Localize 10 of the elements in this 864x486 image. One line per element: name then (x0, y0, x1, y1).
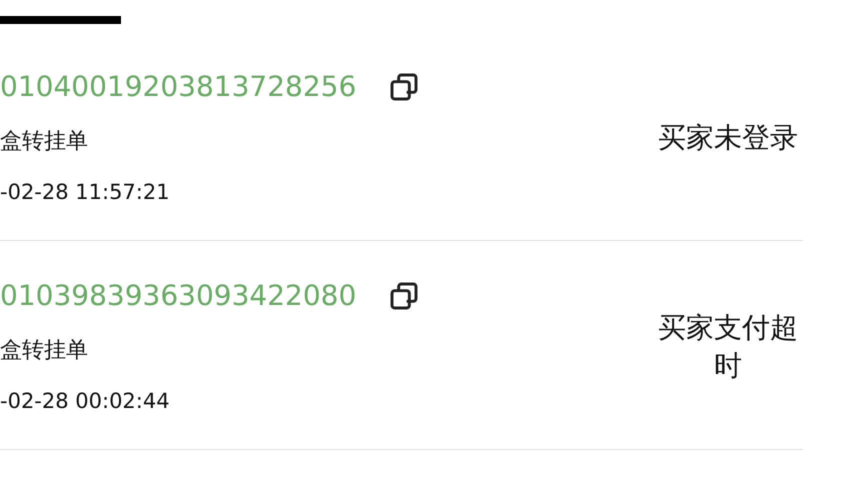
order-status: 买家未登录 (657, 120, 799, 156)
order-type: 盒转挂单 (0, 128, 89, 156)
copy-icon[interactable] (388, 280, 420, 312)
order-time: -02-28 11:57:21 (0, 179, 171, 206)
order-number: 01040019203813728256 (0, 69, 356, 105)
copy-icon[interactable] (388, 71, 420, 103)
order-time: -02-28 00:02:44 (0, 388, 171, 415)
order-number: 01039839363093422080 (0, 278, 356, 314)
order-type: 盒转挂单 (0, 337, 89, 365)
order-status: 买家支付超时 (657, 310, 799, 384)
